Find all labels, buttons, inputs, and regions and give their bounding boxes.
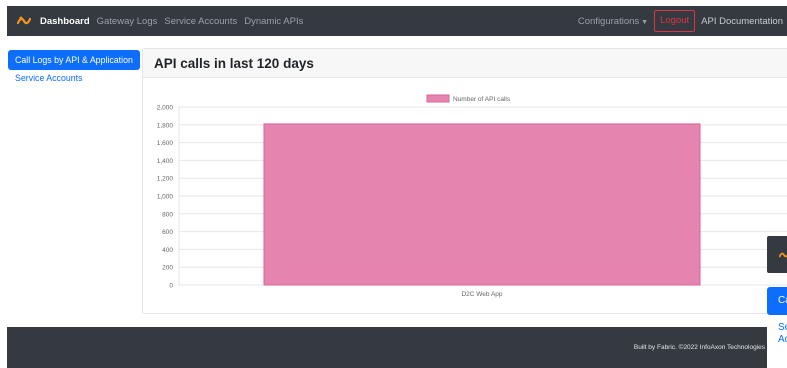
nav-dynamic-apis[interactable]: Dynamic APIs <box>244 16 303 27</box>
logout-button[interactable]: Logout <box>654 10 696 32</box>
sidebar: Call Logs by API & Application Service A… <box>8 50 140 86</box>
y-tick-label: 1,000 <box>157 194 174 201</box>
top-navbar: Dashboard Gateway Logs Service Accounts … <box>7 6 787 36</box>
legend-label: Number of API calls <box>453 96 511 103</box>
nav-right-group: Configurations ▼ Logout API Documentation <box>578 10 787 32</box>
y-tick-label: 200 <box>162 265 173 272</box>
chart-card: API calls in last 120 days 0 200 400 600 800… <box>142 48 787 314</box>
y-tick-label: 1,400 <box>157 158 174 165</box>
mini-navbar <box>767 236 787 273</box>
footer: Built by Fabric. ©2022 InfoAxon Technolo… <box>7 327 767 368</box>
y-tick-label: 0 <box>169 283 173 290</box>
y-tick-label: 600 <box>162 229 173 236</box>
mini-brand-logo-icon[interactable] <box>779 250 787 260</box>
y-tick-label: 2,000 <box>157 105 174 112</box>
nav-gateway-logs[interactable]: Gateway Logs <box>97 16 158 27</box>
bar <box>263 123 701 286</box>
y-tick-label: 800 <box>162 211 173 218</box>
api-calls-chart: 0 200 400 600 800 1,000 1,200 1,400 1,600 1,800 2,… <box>157 94 787 298</box>
nav-api-documentation[interactable]: API Documentation <box>701 16 783 27</box>
mini-sidebar-item-service-accounts[interactable]: Service Accounts <box>778 322 787 346</box>
y-tick-label: 1,600 <box>157 140 174 147</box>
mini-sidebar-item-call-logs[interactable]: Call Logs by API & Application <box>767 287 787 315</box>
legend-swatch <box>426 94 450 103</box>
y-tick-label: 1,200 <box>157 176 174 183</box>
sidebar-item-call-logs[interactable]: Call Logs by API & Application <box>8 50 140 70</box>
nav-dashboard[interactable]: Dashboard <box>40 16 90 27</box>
brand-logo-icon[interactable] <box>17 14 31 28</box>
y-tick-label: 400 <box>162 247 173 254</box>
caret-down-icon: ▼ <box>641 18 649 26</box>
x-tick-label: D2C Web App <box>461 291 502 298</box>
nav-service-accounts[interactable]: Service Accounts <box>164 16 237 27</box>
footer-text: Built by Fabric. ©2022 InfoAxon Technolo… <box>633 344 765 351</box>
sidebar-item-service-accounts[interactable]: Service Accounts <box>8 71 140 86</box>
nav-configurations-dropdown[interactable]: Configurations ▼ <box>578 16 648 27</box>
y-tick-label: 1,800 <box>157 122 174 129</box>
nav-configurations-label: Configurations <box>577 15 640 27</box>
